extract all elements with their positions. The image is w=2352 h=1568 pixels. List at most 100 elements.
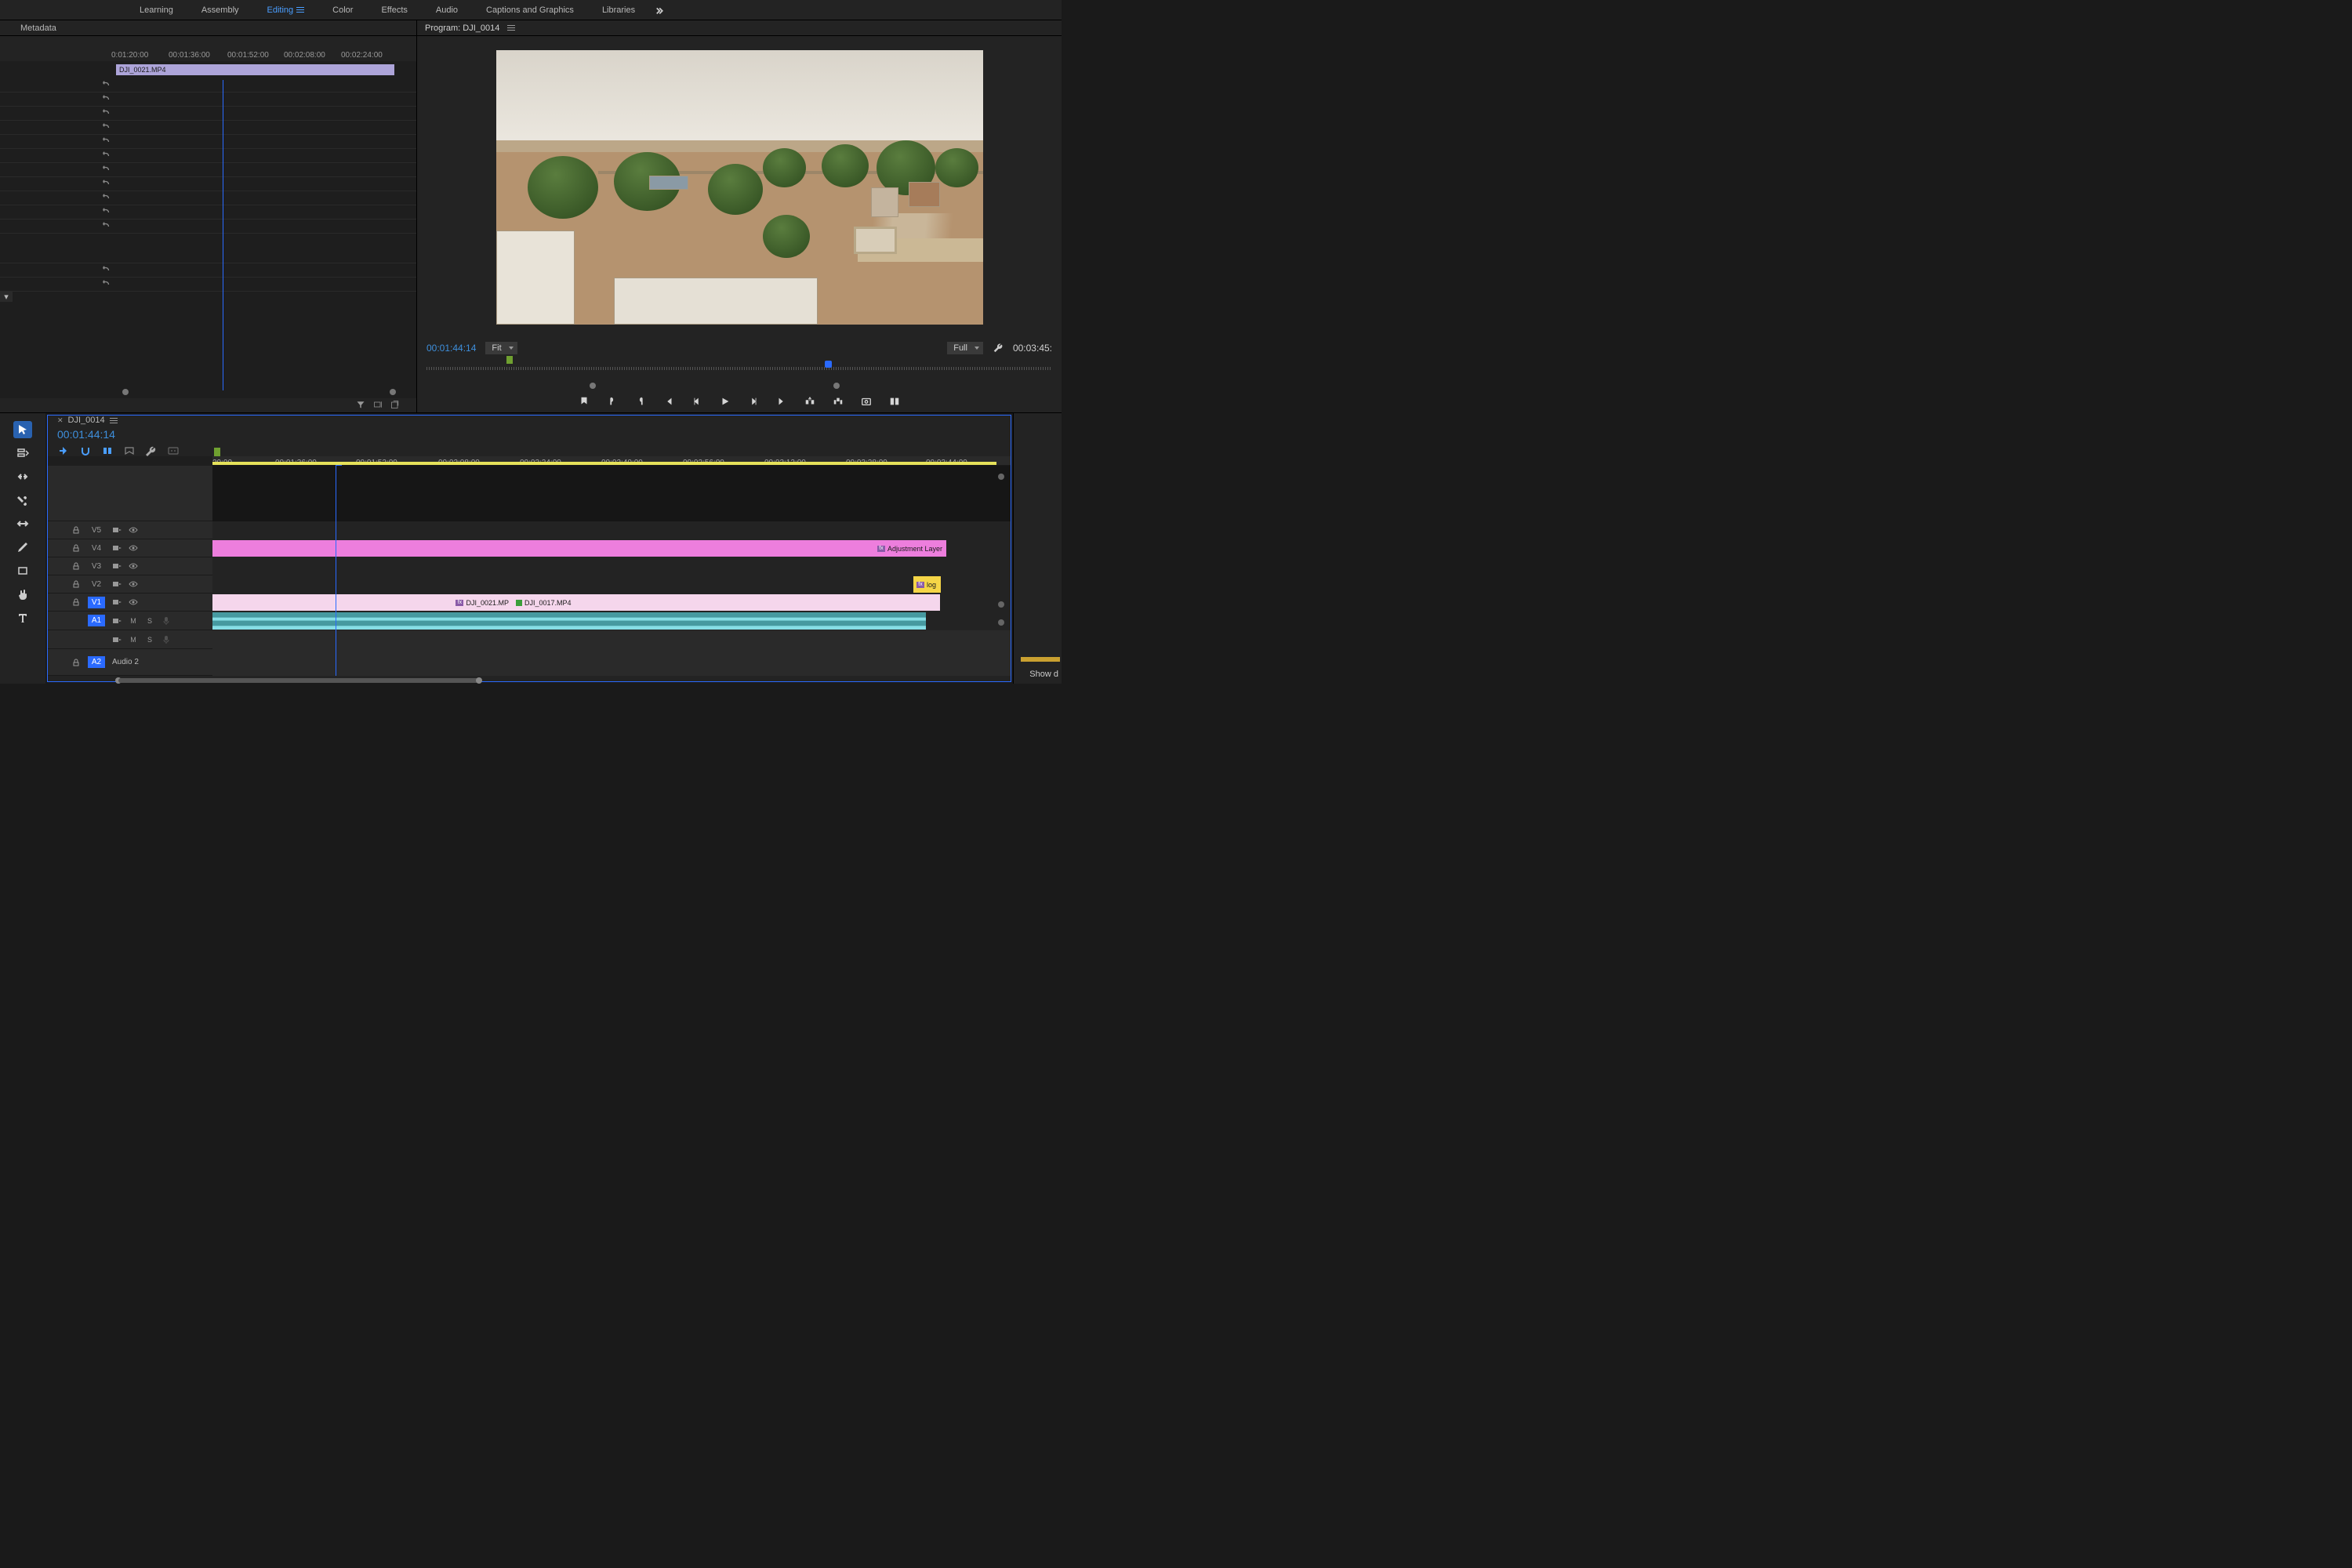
- sync-lock-icon[interactable]: [112, 636, 122, 644]
- step-forward-icon[interactable]: [746, 394, 760, 408]
- tab-assembly[interactable]: Assembly: [187, 0, 253, 20]
- mute-button[interactable]: M: [129, 617, 138, 625]
- timeline-ruler[interactable]: 20:00 00:01:36:00 00:01:52:00 00:02:08:0…: [212, 456, 1011, 466]
- eye-icon[interactable]: [129, 598, 138, 606]
- slip-tool[interactable]: [13, 515, 32, 532]
- panel-label[interactable]: Show d: [1029, 670, 1058, 679]
- eye-icon[interactable]: [129, 544, 138, 552]
- track-label[interactable]: A1: [88, 615, 105, 626]
- timeline-clip-area[interactable]: fxAdjustment Layer fxlog fxDJI_0021.MP D…: [212, 466, 1011, 676]
- work-area-bar[interactable]: [212, 462, 996, 465]
- marker-icon[interactable]: [214, 448, 220, 456]
- tab-overflow-icon[interactable]: [649, 5, 673, 16]
- track-header-v4[interactable]: V4: [48, 539, 212, 557]
- lock-icon[interactable]: [71, 580, 81, 588]
- marker-icon[interactable]: [123, 445, 136, 456]
- go-to-in-icon[interactable]: [662, 394, 676, 408]
- zoom-handle-right[interactable]: [476, 677, 482, 684]
- insert-mode-icon[interactable]: [57, 445, 70, 456]
- track-header-a1[interactable]: A1MS: [48, 612, 212, 630]
- tab-captions[interactable]: Captions and Graphics: [472, 0, 588, 20]
- tab-menu-icon[interactable]: [296, 7, 304, 13]
- razor-tool[interactable]: [13, 492, 32, 509]
- sync-lock-icon[interactable]: [112, 598, 122, 606]
- export-icon[interactable]: [390, 400, 401, 412]
- track-header-a1b[interactable]: AMS: [48, 630, 212, 649]
- scroll-handle[interactable]: [998, 619, 1004, 626]
- sequence-name[interactable]: DJI_0014: [68, 416, 105, 425]
- program-monitor[interactable]: [417, 36, 1062, 339]
- resolution-dropdown[interactable]: Full: [947, 342, 983, 354]
- zoom-handle-left[interactable]: [590, 383, 596, 389]
- tab-color[interactable]: Color: [318, 0, 367, 20]
- tab-audio[interactable]: Audio: [422, 0, 472, 20]
- solo-button[interactable]: S: [145, 636, 154, 644]
- program-timecode[interactable]: 00:01:44:14: [426, 343, 476, 354]
- zoom-handle-right[interactable]: [833, 383, 840, 389]
- filter-icon[interactable]: [355, 400, 366, 412]
- lock-icon[interactable]: [71, 598, 81, 606]
- scroll-handle[interactable]: [998, 474, 1004, 480]
- linked-selection-icon[interactable]: [101, 445, 114, 456]
- settings-icon[interactable]: [993, 342, 1004, 355]
- rectangle-tool[interactable]: [13, 562, 32, 579]
- new-item-icon[interactable]: [372, 400, 383, 412]
- track-header-v2[interactable]: V2: [48, 575, 212, 593]
- track-label[interactable]: V3: [88, 561, 105, 572]
- panel-menu-icon[interactable]: [110, 418, 118, 423]
- snap-icon[interactable]: [79, 445, 92, 456]
- panel-menu-icon[interactable]: [507, 25, 515, 31]
- selection-tool[interactable]: [13, 421, 32, 438]
- step-back-icon[interactable]: [690, 394, 704, 408]
- metadata-header[interactable]: Metadata: [0, 20, 416, 36]
- track-label[interactable]: V5: [88, 524, 105, 536]
- extract-icon[interactable]: [831, 394, 845, 408]
- tab-learning[interactable]: Learning: [125, 0, 187, 20]
- mute-button[interactable]: M: [129, 636, 138, 644]
- track-header-v3[interactable]: V3: [48, 557, 212, 575]
- track-label[interactable]: V4: [88, 543, 105, 554]
- tab-effects[interactable]: Effects: [367, 0, 421, 20]
- timeline-timecode[interactable]: 00:01:44:14: [57, 428, 222, 441]
- sync-lock-icon[interactable]: [112, 526, 122, 534]
- go-to-out-icon[interactable]: [775, 394, 789, 408]
- clip-audio[interactable]: [212, 612, 926, 630]
- mic-icon[interactable]: [162, 635, 171, 644]
- clip-v1-b[interactable]: DJI_0017.MP4: [513, 594, 940, 611]
- sync-lock-icon[interactable]: [112, 580, 122, 588]
- track-select-tool[interactable]: [13, 445, 32, 462]
- sync-lock-icon[interactable]: [112, 562, 122, 570]
- track-header-v5[interactable]: V5: [48, 521, 212, 539]
- clip-v1-a[interactable]: fxDJI_0021.MP: [212, 594, 513, 611]
- timeline-scrollbar[interactable]: [48, 676, 1011, 681]
- tab-editing[interactable]: Editing: [253, 0, 319, 20]
- program-header[interactable]: Program: DJI_0014: [417, 20, 1062, 36]
- source-ruler[interactable]: 0:01:20:00 00:01:36:00 00:01:52:00 00:02…: [0, 50, 416, 61]
- scroll-handle[interactable]: [998, 601, 1004, 608]
- comparison-view-icon[interactable]: [887, 394, 902, 408]
- mark-in-icon[interactable]: [605, 394, 619, 408]
- hand-tool[interactable]: [13, 586, 32, 603]
- scrubber-playhead[interactable]: [825, 361, 832, 368]
- play-icon[interactable]: [718, 394, 732, 408]
- lift-icon[interactable]: [803, 394, 817, 408]
- zoom-handle-left[interactable]: [122, 389, 129, 395]
- clip-adjustment-layer[interactable]: fxAdjustment Layer: [212, 540, 946, 557]
- clip-log[interactable]: fxlog: [913, 576, 941, 593]
- sync-lock-icon[interactable]: [112, 617, 122, 625]
- lock-icon[interactable]: [71, 544, 81, 552]
- tab-libraries[interactable]: Libraries: [588, 0, 649, 20]
- sync-lock-icon[interactable]: [112, 544, 122, 552]
- captions-icon[interactable]: [167, 445, 180, 456]
- eye-icon[interactable]: [129, 562, 138, 570]
- track-label[interactable]: V1: [88, 597, 105, 608]
- settings-icon[interactable]: [145, 445, 158, 456]
- track-header-a2[interactable]: A2Audio 2: [48, 649, 212, 676]
- close-icon[interactable]: ✕: [57, 416, 64, 425]
- ripple-edit-tool[interactable]: [13, 468, 32, 485]
- eye-icon[interactable]: [129, 580, 138, 588]
- mark-out-icon[interactable]: [633, 394, 648, 408]
- chevron-down-icon[interactable]: ▾: [0, 291, 13, 302]
- lock-icon[interactable]: [71, 562, 81, 570]
- add-marker-icon[interactable]: [577, 394, 591, 408]
